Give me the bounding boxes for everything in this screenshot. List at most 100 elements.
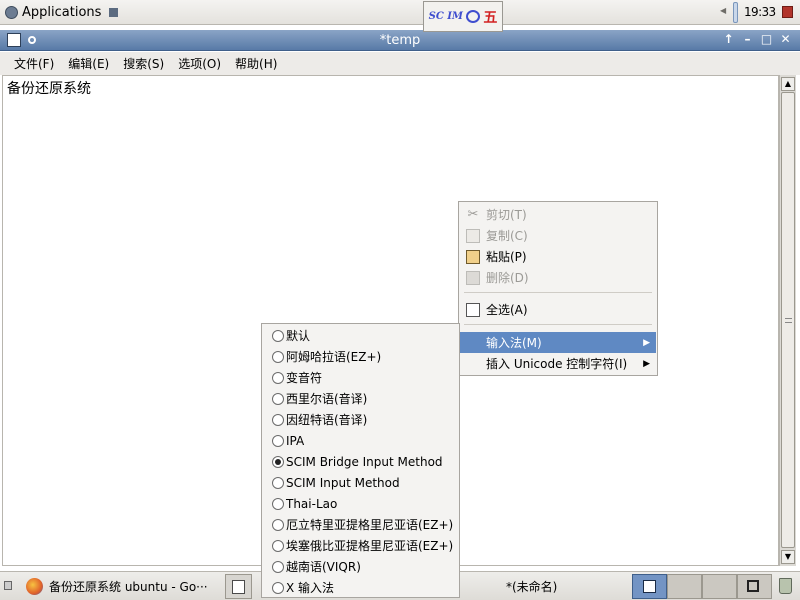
scrollbar-thumb[interactable] (781, 92, 795, 548)
radio-button-icon[interactable] (272, 560, 284, 573)
select-all-icon (466, 302, 480, 317)
scim-logo-icon[interactable]: SC IM (429, 12, 463, 22)
menu-search[interactable]: 搜索(S) (116, 55, 171, 72)
scroll-down-icon[interactable]: ▼ (781, 550, 795, 564)
clock[interactable]: 19:33 (744, 5, 776, 19)
input-method-item[interactable]: SCIM Input Method (263, 472, 459, 493)
window-titlebar[interactable]: *temp ↑ – □ ✕ (0, 30, 800, 51)
firefox-icon (26, 578, 43, 595)
context-item-label: 复制(C) (486, 229, 528, 243)
input-method-item[interactable]: 埃塞俄比亚提格里尼亚语(EZ+) (263, 535, 459, 556)
input-method-item[interactable]: X 输入法 (263, 577, 459, 598)
exit-icon[interactable] (782, 6, 793, 18)
minimize-icon[interactable]: – (741, 32, 754, 47)
input-method-label: SCIM Bridge Input Method (286, 454, 443, 469)
top-panel: Applications ◀ 19:33 (0, 0, 800, 25)
context-item-paste[interactable]: 粘贴(P) (460, 246, 656, 267)
input-method-label: Thai-Lao (286, 496, 338, 511)
trash-icon[interactable] (779, 578, 792, 594)
context-item-select-all[interactable]: 全选(A) (460, 299, 656, 320)
radio-button-icon[interactable] (272, 518, 284, 531)
editor-content[interactable]: 备份还原系统 (7, 78, 91, 98)
submenu-arrow-icon: ▶ (643, 358, 650, 369)
radio-button-icon[interactable] (272, 371, 284, 384)
scissors-icon: ✂ (467, 206, 479, 222)
radio-button-icon[interactable] (272, 329, 284, 342)
context-item-label: 插入 Unicode 控制字符(I) (486, 357, 628, 371)
input-method-item[interactable]: 默认 (263, 325, 459, 346)
applications-label: Applications (22, 5, 102, 20)
radio-button-icon[interactable] (272, 476, 284, 489)
input-method-label: 因纽特语(音译) (286, 413, 368, 427)
radio-button-icon[interactable] (272, 539, 284, 552)
panel-handle[interactable] (733, 2, 738, 23)
vertical-scrollbar[interactable]: ▲ ▼ (779, 75, 796, 566)
taskbar-item-editor[interactable] (225, 574, 252, 599)
taskbar-item-untitled[interactable]: *(未命名) (500, 574, 630, 599)
context-menu: ✂ 剪切(T) 复制(C) 粘贴(P) 删除(D) 全选(A) 输入法(M) ▶… (458, 201, 658, 376)
input-method-item[interactable]: IPA (263, 430, 459, 451)
input-method-label: SCIM Input Method (286, 475, 400, 490)
workspace-1[interactable] (632, 574, 667, 599)
input-method-label: 越南语(VIQR) (286, 560, 361, 574)
context-item-label: 全选(A) (486, 303, 528, 317)
menu-help[interactable]: 帮助(H) (228, 55, 284, 72)
input-method-item[interactable]: Thai-Lao (263, 493, 459, 514)
window-list-icon[interactable] (747, 580, 759, 592)
chevron-left-icon[interactable]: ◀ (720, 6, 726, 15)
radio-button-icon[interactable] (272, 392, 284, 405)
menu-edit[interactable]: 编辑(E) (61, 55, 116, 72)
window-thumbnail-icon (643, 580, 656, 593)
input-method-item[interactable]: 变音符 (263, 367, 459, 388)
context-item-label: 输入法(M) (486, 336, 542, 350)
menu-options[interactable]: 选项(O) (171, 55, 228, 72)
input-method-submenu: 默认 阿姆哈拉语(EZ+) 变音符 西里尔语(音译) 因纽特语(音译) IPA … (261, 323, 460, 598)
radio-button-checked-icon[interactable] (272, 455, 284, 468)
taskbar-item-browser[interactable]: 备份还原系统 ubuntu - Go··· (20, 574, 222, 599)
shade-up-icon[interactable]: ↑ (722, 32, 735, 47)
input-method-item[interactable]: 西里尔语(音译) (263, 388, 459, 409)
context-item-label: 粘贴(P) (486, 250, 527, 264)
workspace-3[interactable] (702, 574, 737, 599)
window-title: *temp (379, 33, 421, 48)
context-item-input-methods[interactable]: 输入法(M) ▶ (460, 332, 656, 353)
radio-button-icon[interactable] (272, 497, 284, 510)
input-method-item[interactable]: 厄立特里亚提格里尼亚语(EZ+) (263, 514, 459, 535)
scim-status-icon[interactable] (466, 10, 481, 23)
scrollbar-grip-icon (785, 318, 792, 323)
radio-button-icon[interactable] (272, 434, 284, 447)
input-method-label: 埃塞俄比亚提格里尼亚语(EZ+) (286, 539, 454, 553)
menubar: 文件(F) 编辑(E) 搜索(S) 选项(O) 帮助(H) (0, 52, 800, 75)
input-method-label: 默认 (286, 329, 311, 343)
context-item-insert-unicode[interactable]: 插入 Unicode 控制字符(I) ▶ (460, 353, 656, 374)
radio-button-icon[interactable] (272, 581, 284, 594)
input-method-item[interactable]: SCIM Bridge Input Method (263, 451, 459, 472)
clipboard-icon (466, 249, 480, 264)
context-item-label: 剪切(T) (486, 208, 527, 222)
context-item-label: 删除(D) (486, 271, 529, 285)
context-item-copy[interactable]: 复制(C) (460, 225, 656, 246)
input-method-label: 阿姆哈拉语(EZ+) (286, 350, 382, 364)
input-method-label: X 输入法 (286, 581, 335, 595)
scim-input-mode[interactable]: 五 (483, 7, 497, 27)
context-item-delete[interactable]: 删除(D) (460, 267, 656, 288)
scim-toolbar: SC IM 五 (423, 1, 503, 32)
taskbar-item-label: 备份还原系统 ubuntu - Go··· (49, 580, 208, 594)
input-method-item[interactable]: 越南语(VIQR) (263, 556, 459, 577)
maximize-icon[interactable]: □ (760, 32, 773, 47)
scroll-up-icon[interactable]: ▲ (781, 77, 795, 91)
taskbar-item-label: *(未命名) (506, 580, 558, 594)
workspace-2[interactable] (667, 574, 702, 599)
radio-button-icon[interactable] (272, 350, 284, 363)
radio-button-icon[interactable] (272, 413, 284, 426)
input-method-item[interactable]: 阿姆哈拉语(EZ+) (263, 346, 459, 367)
menu-file[interactable]: 文件(F) (7, 55, 61, 72)
context-separator (464, 292, 652, 293)
show-desktop-icon[interactable] (4, 581, 12, 590)
input-method-item[interactable]: 因纽特语(音译) (263, 409, 459, 430)
panel-launcher-icon[interactable] (109, 8, 119, 17)
applications-menu-button[interactable]: Applications (2, 2, 121, 23)
context-item-cut[interactable]: ✂ 剪切(T) (460, 204, 656, 225)
close-icon[interactable]: ✕ (779, 32, 792, 47)
input-method-label: 厄立特里亚提格里尼亚语(EZ+) (286, 518, 454, 532)
